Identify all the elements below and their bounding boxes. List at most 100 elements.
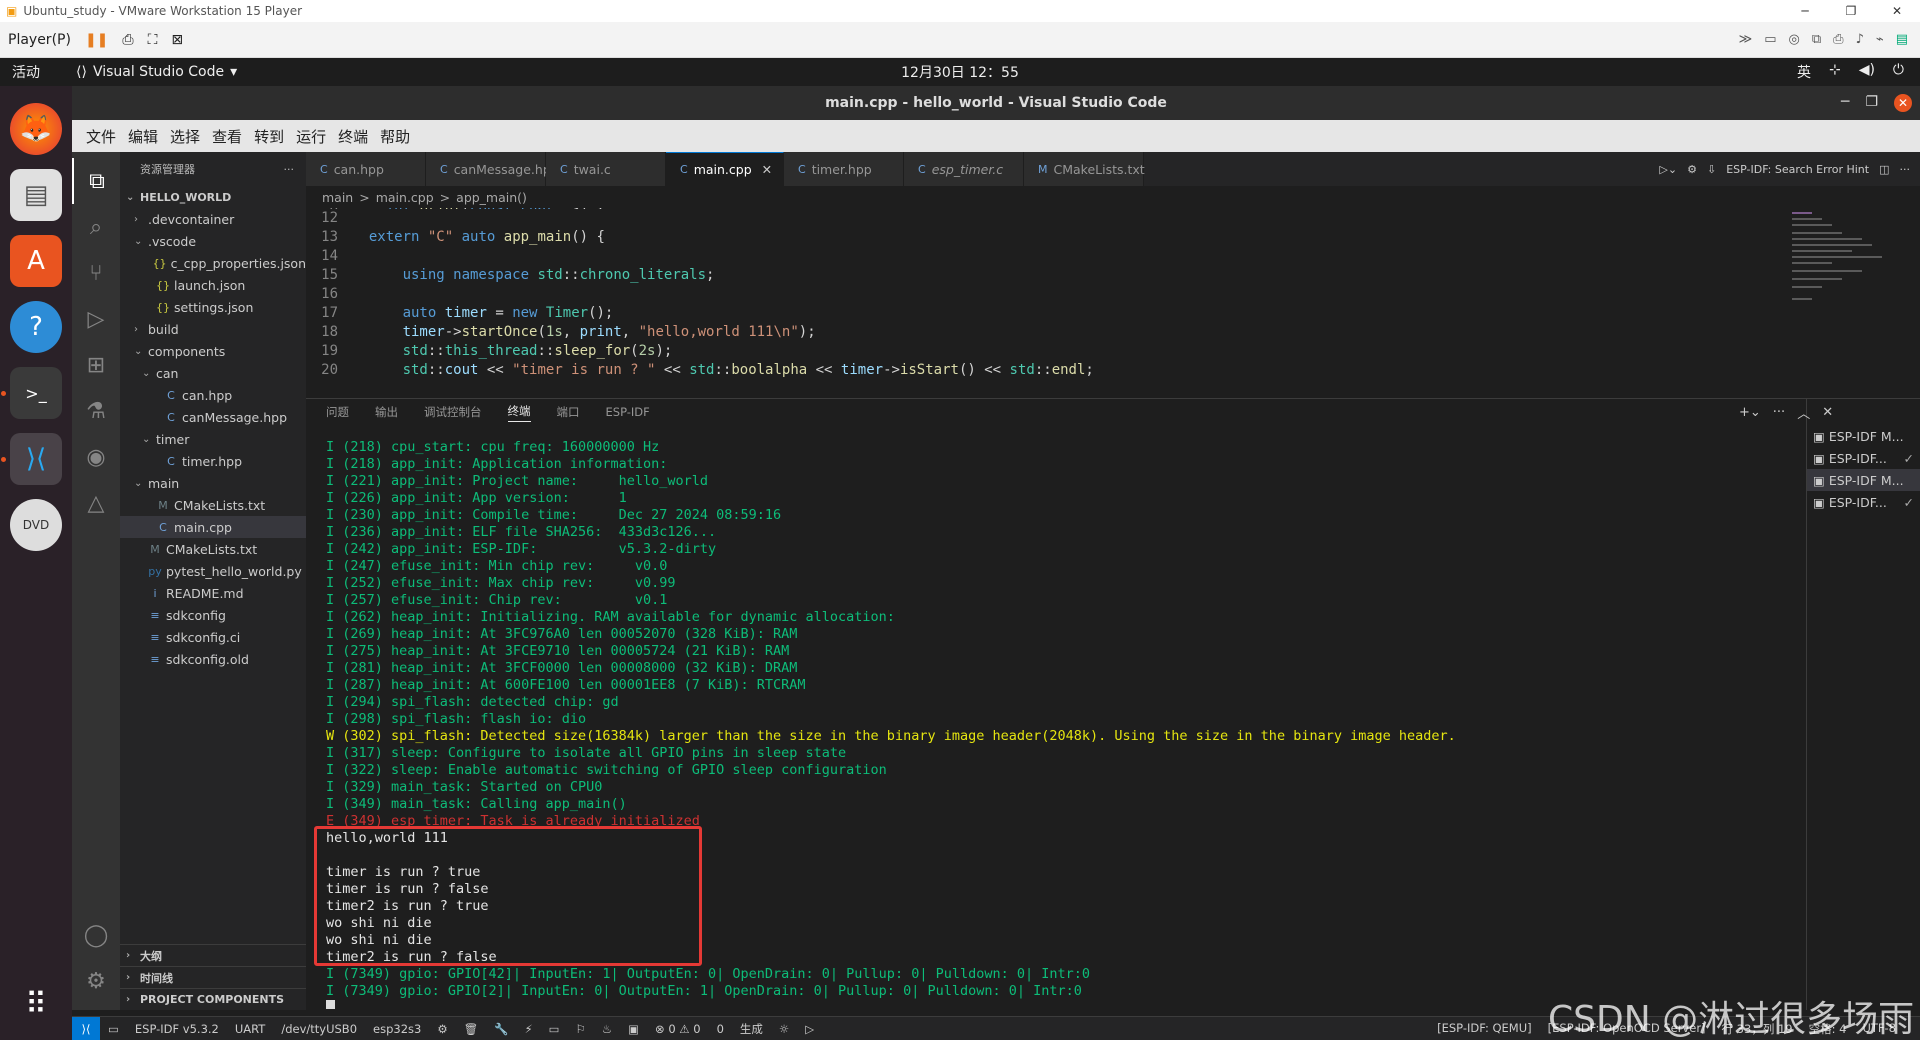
device-icon[interactable]: ≫ xyxy=(1739,32,1753,47)
power-icon[interactable]: ⏻ xyxy=(1893,62,1904,82)
app-menu[interactable]: ⟨⟩ Visual Studio Code ▾ xyxy=(76,64,237,80)
tree-file[interactable]: ≡ sdkconfig.ci xyxy=(120,626,306,648)
port-selector[interactable]: /dev/ttyUSB0 xyxy=(281,1022,357,1036)
tree-file[interactable]: i README.md xyxy=(120,582,306,604)
tree-file[interactable]: Cmain.cpp xyxy=(120,516,306,538)
tree-file[interactable]: {} c_cpp_properties.json xyxy=(120,252,306,274)
tree-file[interactable]: {} settings.json xyxy=(120,296,306,318)
flash-icon[interactable]: ⚡ xyxy=(525,1022,533,1036)
tree-folder[interactable]: ⌄ can xyxy=(120,362,306,384)
dvd-icon[interactable]: DVD xyxy=(10,499,62,551)
terminal-instance[interactable]: ▣ ESP-IDF M... xyxy=(1807,425,1920,447)
terminal-icon[interactable]: ▣ xyxy=(628,1022,639,1036)
tree-file[interactable]: Ccan.hpp xyxy=(120,384,306,406)
software-center-icon[interactable]: A xyxy=(10,235,62,287)
terminal-icon[interactable]: >_ xyxy=(1,367,62,419)
fullscreen-icon[interactable]: ⛶ xyxy=(148,32,158,48)
close-button[interactable]: ✕ xyxy=(1874,4,1920,18)
sidebar-section[interactable]: › 大纲 xyxy=(120,944,306,966)
tree-folder[interactable]: ⌄ .vscode xyxy=(120,230,306,252)
restore-button[interactable]: ❐ xyxy=(1828,4,1874,18)
tree-folder[interactable]: ⌄ main xyxy=(120,472,306,494)
editor-tab[interactable]: Cmain.cpp ✕ xyxy=(666,152,784,186)
search-icon[interactable]: ⌕ xyxy=(72,204,120,250)
editor-tab[interactable]: Ccan.hpp xyxy=(306,152,426,186)
menu-item[interactable]: 选择 xyxy=(170,126,200,147)
panel-tab[interactable]: 输出 xyxy=(375,404,398,420)
panel-tab[interactable]: 调试控制台 xyxy=(424,404,482,420)
menu-item[interactable]: 编辑 xyxy=(128,126,158,147)
editor-tab[interactable]: Cesp_timer.c xyxy=(904,152,1024,186)
panel-tab[interactable]: ESP-IDF xyxy=(606,405,650,419)
tree-folder[interactable]: › .devcontainer xyxy=(120,208,306,230)
uart-selector[interactable]: UART xyxy=(235,1022,265,1036)
split-editor-icon[interactable]: ◫ xyxy=(1879,163,1889,176)
menu-item[interactable]: 查看 xyxy=(212,126,242,147)
volume-icon[interactable]: ◀) xyxy=(1859,62,1875,82)
sidebar-section[interactable]: › PROJECT COMPONENTS xyxy=(120,988,306,1010)
testing-icon[interactable]: ⚗ xyxy=(72,388,120,434)
message-icon[interactable]: ▤ xyxy=(1896,32,1908,47)
editor-tab[interactable]: Ctwai.c xyxy=(546,152,666,186)
monitor-icon[interactable]: ▭ xyxy=(549,1022,560,1036)
files-icon[interactable]: ▤ xyxy=(10,169,62,221)
tree-file[interactable]: M CMakeLists.txt xyxy=(120,494,306,516)
tree-file[interactable]: CcanMessage.hpp xyxy=(120,406,306,428)
bug-icon[interactable]: ☼ xyxy=(779,1022,789,1036)
tree-folder[interactable]: ⌄ components xyxy=(120,340,306,362)
run-debug-icon[interactable]: ▷ xyxy=(72,296,120,342)
wrench-icon[interactable]: 🔧 xyxy=(494,1022,508,1036)
minimize-button[interactable]: ─ xyxy=(1782,4,1828,18)
settings-gear-icon[interactable]: ⚙ xyxy=(72,958,120,1004)
cmake-icon[interactable]: △ xyxy=(72,480,120,526)
tree-file[interactable]: py pytest_hello_world.py xyxy=(120,560,306,582)
send-ctrl-alt-del-icon[interactable]: ⎙ xyxy=(122,32,133,48)
breadcrumb-item[interactable]: main xyxy=(322,190,353,205)
editor-tab[interactable]: M CMakeLists.txt xyxy=(1024,152,1145,186)
terminal-instance[interactable]: ▣ ESP-IDF M... xyxy=(1807,469,1920,491)
menu-item[interactable]: 帮助 xyxy=(380,126,410,147)
panel-tab[interactable]: 终端 xyxy=(507,403,531,422)
panel-tab[interactable]: 问题 xyxy=(326,404,349,420)
editor-tab[interactable]: CcanMessage.hpp xyxy=(426,152,559,186)
search-error-hint[interactable]: ESP-IDF: Search Error Hint xyxy=(1726,163,1869,176)
extensions-icon[interactable]: ⊞ xyxy=(72,342,120,388)
menu-item[interactable]: 运行 xyxy=(296,126,326,147)
terminal-instance[interactable]: ▣ ESP-IDF... ✓ xyxy=(1807,491,1920,513)
unity-icon[interactable]: ⊠ xyxy=(171,32,183,48)
close-tab-icon[interactable]: ✕ xyxy=(762,162,772,177)
breadcrumb-item[interactable]: app_main() xyxy=(456,190,527,205)
more-actions-icon[interactable]: ··· xyxy=(1773,405,1785,420)
run-icon[interactable]: ▷ xyxy=(805,1022,814,1036)
explorer-icon[interactable]: ⧉ xyxy=(72,158,120,204)
source-control-icon[interactable]: ⑂ xyxy=(72,250,120,296)
network-icon[interactable]: ⧉ xyxy=(1812,32,1821,47)
build-button[interactable]: 生成 xyxy=(740,1021,763,1037)
problems-count[interactable]: ⊗ 0 ⚠ 0 xyxy=(655,1022,701,1036)
printer-icon[interactable]: ⎙ xyxy=(1833,32,1843,47)
clock[interactable]: 12月30日 12：55 xyxy=(901,62,1019,82)
qemu-status[interactable]: [ESP-IDF: QEMU] xyxy=(1437,1021,1532,1037)
more-actions-icon[interactable]: ··· xyxy=(1900,163,1911,176)
breadcrumb-item[interactable]: main.cpp xyxy=(376,190,434,205)
espressif-icon[interactable]: ◉ xyxy=(72,434,120,480)
network-icon[interactable]: ⊹ xyxy=(1829,62,1841,82)
minimize-button[interactable]: ─ xyxy=(1841,94,1849,112)
tree-folder[interactable]: ⌄ HELLO_WORLD xyxy=(120,186,306,208)
terminal-instance[interactable]: ▣ ESP-IDF... ✓ xyxy=(1807,447,1920,469)
new-terminal-icon[interactable]: +⌄ xyxy=(1739,405,1761,420)
vscode-icon[interactable]: ⟩⟨ xyxy=(1,433,62,485)
flash-icon[interactable]: ⇩ xyxy=(1707,163,1716,176)
close-panel-icon[interactable]: ✕ xyxy=(1822,405,1833,420)
folder-icon[interactable]: ▭ xyxy=(108,1022,119,1036)
account-icon[interactable]: ◯ xyxy=(72,912,120,958)
run-icon[interactable]: ▷⌄ xyxy=(1659,163,1677,176)
tree-file[interactable]: ≡ sdkconfig xyxy=(120,604,306,626)
editor-tab[interactable]: Ctimer.hpp xyxy=(784,152,904,186)
maximize-panel-icon[interactable]: ︿ xyxy=(1797,403,1810,422)
tree-folder[interactable]: ⌄ timer xyxy=(120,428,306,450)
cd-icon[interactable]: ◎ xyxy=(1789,32,1800,47)
input-method[interactable]: 英 xyxy=(1797,62,1811,82)
help-icon[interactable]: ? xyxy=(10,301,62,353)
close-button[interactable]: ✕ xyxy=(1894,94,1912,112)
